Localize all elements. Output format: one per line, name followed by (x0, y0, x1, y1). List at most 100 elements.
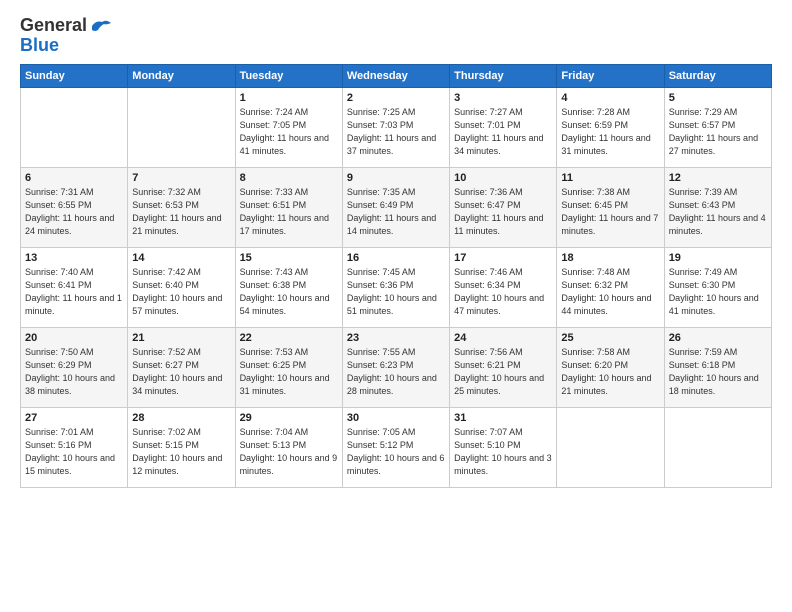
day-info: Sunrise: 7:42 AMSunset: 6:40 PMDaylight:… (132, 266, 230, 318)
day-number: 25 (561, 332, 659, 344)
calendar-cell: 8 Sunrise: 7:33 AMSunset: 6:51 PMDaylight… (235, 167, 342, 247)
calendar-cell: 7Sunrise: 7:32 AMSunset: 6:53 PMDaylight… (128, 167, 235, 247)
day-info: Sunrise: 7:33 AMSunset: 6:51 PMDaylight:… (240, 186, 338, 238)
day-number: 10 (454, 172, 552, 184)
calendar-cell: 13 Sunrise: 7:40 AMSunset: 6:41 PMDayligh… (21, 247, 128, 327)
calendar-cell: 4 Sunrise: 7:28 AMSunset: 6:59 PMDaylight… (557, 87, 664, 167)
calendar-cell: 14 Sunrise: 7:42 AMSunset: 6:40 PMDayligh… (128, 247, 235, 327)
day-info: Sunrise: 7:52 AMSunset: 6:27 PMDaylight:… (132, 346, 230, 398)
day-number: 13 (25, 252, 123, 264)
weekday-header-monday: Monday (128, 64, 235, 87)
calendar-cell: 1Sunrise: 7:24 AMSunset: 7:05 PMDaylight… (235, 87, 342, 167)
day-number: 8 (240, 172, 338, 184)
calendar-week-row: 1Sunrise: 7:24 AMSunset: 7:05 PMDaylight… (21, 87, 772, 167)
day-info: Sunrise: 7:07 AMSunset: 5:10 PMDaylight:… (454, 426, 552, 478)
day-number: 11 (561, 172, 659, 184)
day-number: 22 (240, 332, 338, 344)
day-info: Sunrise: 7:45 AMSunset: 6:36 PMDaylight:… (347, 266, 445, 318)
day-info: Sunrise: 7:48 AMSunset: 6:32 PMDaylight:… (561, 266, 659, 318)
weekday-header-friday: Friday (557, 64, 664, 87)
day-info: Sunrise: 7:24 AMSunset: 7:05 PMDaylight:… (240, 106, 338, 158)
day-number: 15 (240, 252, 338, 264)
day-number: 20 (25, 332, 123, 344)
day-info: Sunrise: 7:04 AMSunset: 5:13 PMDaylight:… (240, 426, 338, 478)
logo-bird-icon (89, 17, 113, 35)
logo-general: General (20, 16, 87, 36)
day-number: 7 (132, 172, 230, 184)
weekday-header-row: SundayMondayTuesdayWednesdayThursdayFrid… (21, 64, 772, 87)
day-number: 31 (454, 412, 552, 424)
calendar-table: SundayMondayTuesdayWednesdayThursdayFrid… (20, 64, 772, 488)
calendar-cell: 24 Sunrise: 7:56 AMSunset: 6:21 PMDayligh… (450, 327, 557, 407)
day-info: Sunrise: 7:49 AMSunset: 6:30 PMDaylight:… (669, 266, 767, 318)
calendar-week-row: 20 Sunrise: 7:50 AMSunset: 6:29 PMDayligh… (21, 327, 772, 407)
day-number: 5 (669, 92, 767, 104)
day-info: Sunrise: 7:53 AMSunset: 6:25 PMDaylight:… (240, 346, 338, 398)
calendar-cell: 20 Sunrise: 7:50 AMSunset: 6:29 PMDayligh… (21, 327, 128, 407)
day-number: 24 (454, 332, 552, 344)
calendar-cell: 22 Sunrise: 7:53 AMSunset: 6:25 PMDayligh… (235, 327, 342, 407)
day-number: 27 (25, 412, 123, 424)
day-number: 3 (454, 92, 552, 104)
day-number: 23 (347, 332, 445, 344)
logo: GeneralBlue (20, 16, 113, 56)
day-info: Sunrise: 7:25 AMSunset: 7:03 PMDaylight:… (347, 106, 445, 158)
calendar-cell: 17 Sunrise: 7:46 AMSunset: 6:34 PMDayligh… (450, 247, 557, 327)
day-number: 14 (132, 252, 230, 264)
day-info: Sunrise: 7:29 AMSunset: 6:57 PMDaylight:… (669, 106, 767, 158)
day-info: Sunrise: 7:35 AMSunset: 6:49 PMDaylight:… (347, 186, 445, 238)
day-number: 21 (132, 332, 230, 344)
day-info: Sunrise: 7:38 AMSunset: 6:45 PMDaylight:… (561, 186, 659, 238)
day-number: 9 (347, 172, 445, 184)
day-info: Sunrise: 7:28 AMSunset: 6:59 PMDaylight:… (561, 106, 659, 158)
logo-blue: Blue (20, 36, 59, 56)
calendar-cell: 18Sunrise: 7:48 AMSunset: 6:32 PMDayligh… (557, 247, 664, 327)
calendar-cell: 9 Sunrise: 7:35 AMSunset: 6:49 PMDaylight… (342, 167, 449, 247)
day-info: Sunrise: 7:40 AMSunset: 6:41 PMDaylight:… (25, 266, 123, 318)
calendar-cell: 16 Sunrise: 7:45 AMSunset: 6:36 PMDayligh… (342, 247, 449, 327)
calendar-cell: 23 Sunrise: 7:55 AMSunset: 6:23 PMDayligh… (342, 327, 449, 407)
day-info: Sunrise: 7:31 AMSunset: 6:55 PMDaylight:… (25, 186, 123, 238)
day-info: Sunrise: 7:56 AMSunset: 6:21 PMDaylight:… (454, 346, 552, 398)
calendar-week-row: 6Sunrise: 7:31 AMSunset: 6:55 PMDaylight… (21, 167, 772, 247)
calendar-cell: 15 Sunrise: 7:43 AMSunset: 6:38 PMDayligh… (235, 247, 342, 327)
calendar-cell: 12 Sunrise: 7:39 AMSunset: 6:43 PMDayligh… (664, 167, 771, 247)
day-info: Sunrise: 7:59 AMSunset: 6:18 PMDaylight:… (669, 346, 767, 398)
calendar-cell: 3 Sunrise: 7:27 AMSunset: 7:01 PMDaylight… (450, 87, 557, 167)
day-info: Sunrise: 7:39 AMSunset: 6:43 PMDaylight:… (669, 186, 767, 238)
day-info: Sunrise: 7:58 AMSunset: 6:20 PMDaylight:… (561, 346, 659, 398)
calendar-week-row: 27Sunrise: 7:01 AMSunset: 5:16 PMDayligh… (21, 407, 772, 487)
calendar-cell: 27Sunrise: 7:01 AMSunset: 5:16 PMDayligh… (21, 407, 128, 487)
calendar-cell: 11 Sunrise: 7:38 AMSunset: 6:45 PMDayligh… (557, 167, 664, 247)
day-number: 2 (347, 92, 445, 104)
calendar-cell: 5 Sunrise: 7:29 AMSunset: 6:57 PMDaylight… (664, 87, 771, 167)
day-number: 12 (669, 172, 767, 184)
day-number: 16 (347, 252, 445, 264)
day-number: 28 (132, 412, 230, 424)
day-info: Sunrise: 7:55 AMSunset: 6:23 PMDaylight:… (347, 346, 445, 398)
day-info: Sunrise: 7:27 AMSunset: 7:01 PMDaylight:… (454, 106, 552, 158)
day-info: Sunrise: 7:02 AMSunset: 5:15 PMDaylight:… (132, 426, 230, 478)
calendar-cell (557, 407, 664, 487)
calendar-cell: 31 Sunrise: 7:07 AMSunset: 5:10 PMDayligh… (450, 407, 557, 487)
calendar-cell (21, 87, 128, 167)
calendar-cell: 10Sunrise: 7:36 AMSunset: 6:47 PMDayligh… (450, 167, 557, 247)
calendar-cell: 25 Sunrise: 7:58 AMSunset: 6:20 PMDayligh… (557, 327, 664, 407)
day-info: Sunrise: 7:05 AMSunset: 5:12 PMDaylight:… (347, 426, 445, 478)
day-number: 30 (347, 412, 445, 424)
weekday-header-tuesday: Tuesday (235, 64, 342, 87)
weekday-header-thursday: Thursday (450, 64, 557, 87)
day-info: Sunrise: 7:43 AMSunset: 6:38 PMDaylight:… (240, 266, 338, 318)
day-info: Sunrise: 7:46 AMSunset: 6:34 PMDaylight:… (454, 266, 552, 318)
calendar-cell: 2 Sunrise: 7:25 AMSunset: 7:03 PMDaylight… (342, 87, 449, 167)
day-number: 4 (561, 92, 659, 104)
calendar-cell: 26 Sunrise: 7:59 AMSunset: 6:18 PMDayligh… (664, 327, 771, 407)
calendar-cell: 28 Sunrise: 7:02 AMSunset: 5:15 PMDayligh… (128, 407, 235, 487)
day-number: 17 (454, 252, 552, 264)
header: GeneralBlue (20, 16, 772, 56)
day-number: 29 (240, 412, 338, 424)
calendar-cell: 19Sunrise: 7:49 AMSunset: 6:30 PMDayligh… (664, 247, 771, 327)
day-number: 26 (669, 332, 767, 344)
day-info: Sunrise: 7:50 AMSunset: 6:29 PMDaylight:… (25, 346, 123, 398)
calendar-cell: 6Sunrise: 7:31 AMSunset: 6:55 PMDaylight… (21, 167, 128, 247)
